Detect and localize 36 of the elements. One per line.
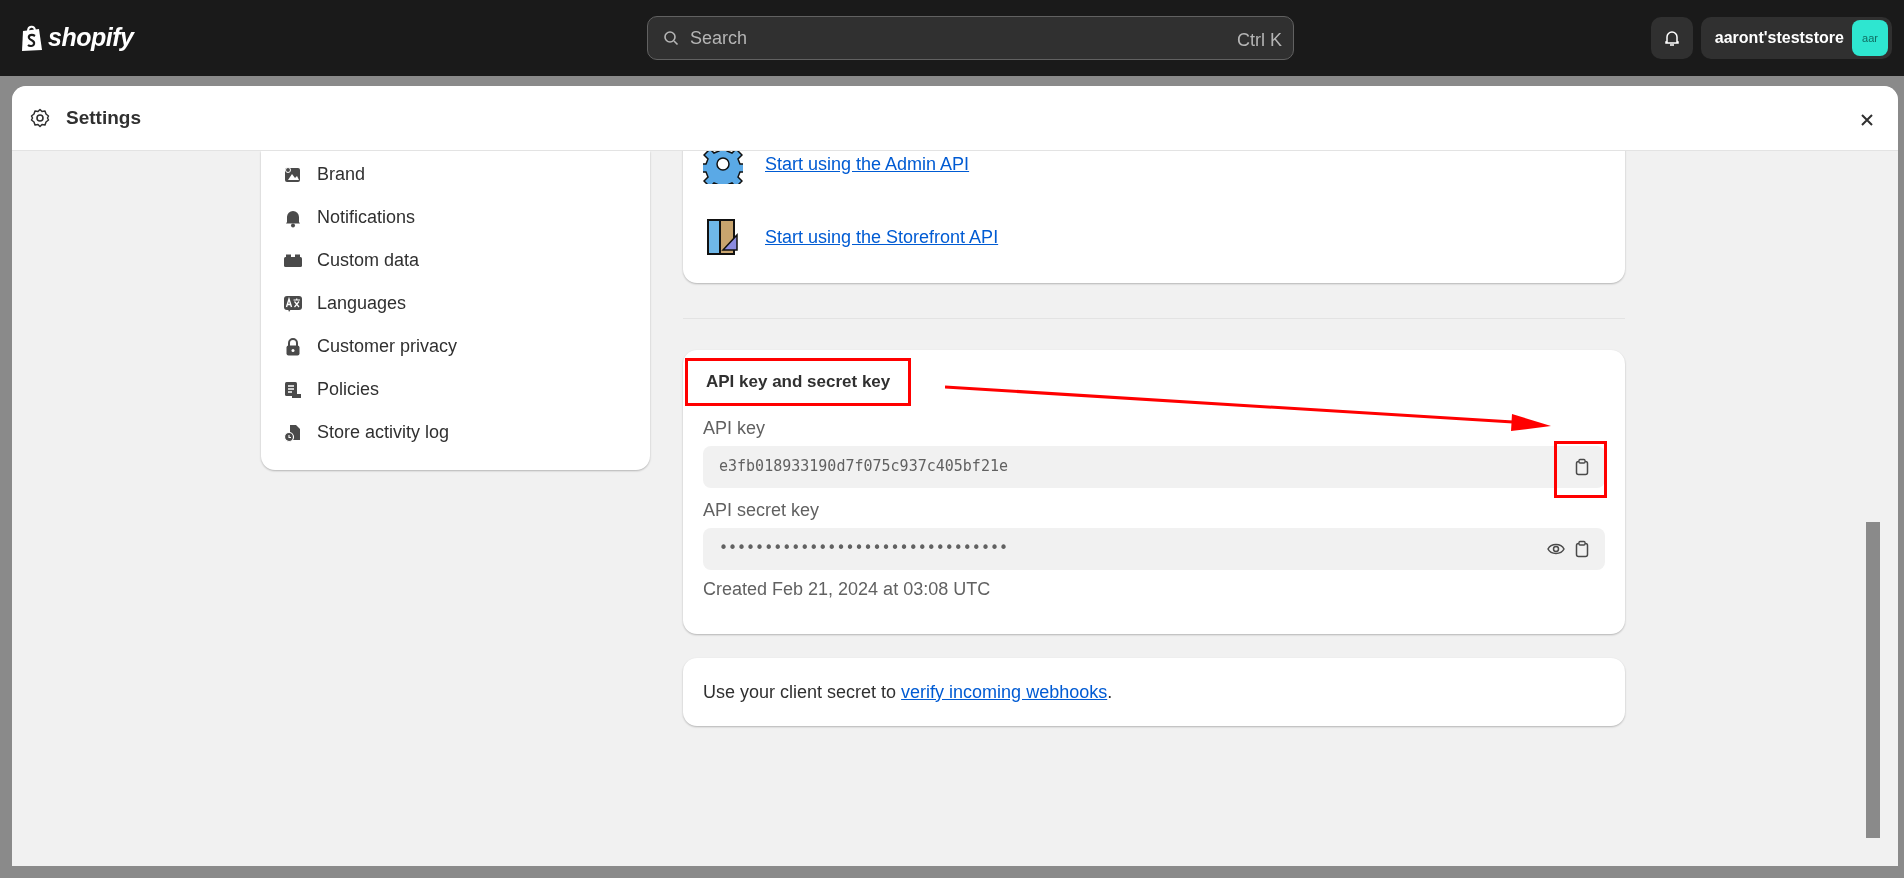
store-avatar: aar <box>1852 20 1888 56</box>
image-icon <box>283 164 303 185</box>
shopping-bag-icon <box>20 24 44 52</box>
sidebar-item[interactable]: Customer privacy <box>283 325 650 368</box>
api-link[interactable]: Start using the Admin API <box>765 151 970 178</box>
sidebar-item[interactable]: Brand <box>283 153 650 196</box>
clipboard-icon <box>1573 457 1591 476</box>
webhooks-link[interactable]: verify incoming webhooks <box>901 681 1108 702</box>
field-label: API secret key <box>703 499 821 522</box>
sidebar-item[interactable]: Store activity log <box>283 411 650 454</box>
clipboard-icon <box>1573 539 1591 558</box>
shortcut-hint: Ctrl K <box>1237 29 1282 52</box>
file-clock-icon <box>283 422 303 443</box>
sidebar-item[interactable]: Custom data <box>283 239 650 282</box>
annotation-box <box>1554 440 1607 498</box>
created-date: Created Feb 21, 2024 at 03:08 UTC <box>703 577 992 601</box>
field-label: API key <box>703 417 767 440</box>
close-icon <box>1860 113 1874 128</box>
logo-text[interactable]: shopify <box>48 19 134 57</box>
webhook-note: Use your client secret to verify incoming webhooks. <box>703 680 1113 704</box>
card-title: API key and secret key <box>706 372 891 391</box>
settings-icon <box>30 108 50 128</box>
key-field[interactable]: •••••••••••••••••••••••••••••••• <box>703 527 1605 570</box>
modal-title: Settings <box>66 105 141 130</box>
sidebar-item[interactable]: Languages <box>283 282 650 325</box>
api-link[interactable]: Start using the Storefront API <box>765 223 999 251</box>
document-icon <box>283 379 303 400</box>
store-menu-button[interactable]: aaront'steststore aar <box>1700 17 1892 59</box>
notifications-button[interactable] <box>1650 17 1693 59</box>
key-field[interactable]: e3fb018933190d7f075c937c405bf21e <box>703 445 1605 488</box>
sidebar-item[interactable]: Policies <box>283 368 650 411</box>
search-icon <box>663 30 679 46</box>
sidebar-item[interactable]: Notifications <box>283 196 650 239</box>
lock-icon <box>283 336 303 357</box>
translate-icon <box>283 293 303 314</box>
bell-icon <box>1662 29 1681 47</box>
